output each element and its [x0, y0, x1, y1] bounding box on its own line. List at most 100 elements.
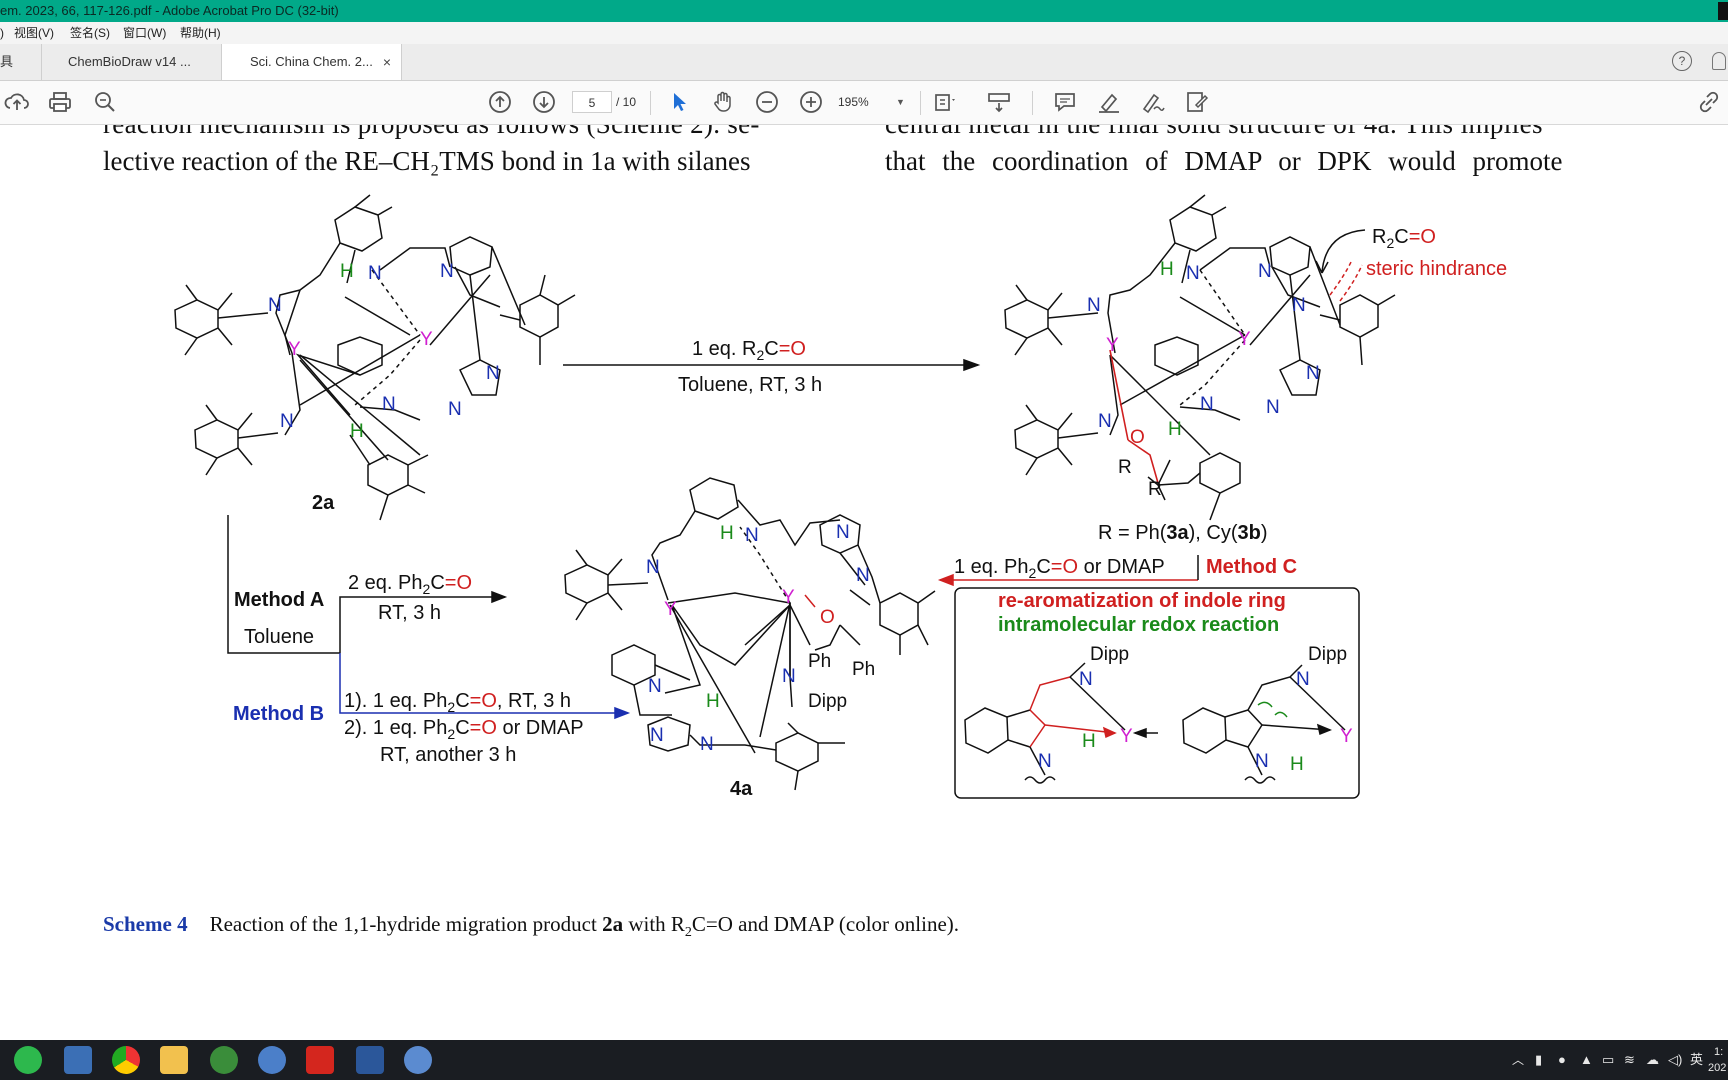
atom-h: H	[720, 523, 734, 544]
atom-n: N	[648, 676, 662, 697]
show-hidden-icons-icon[interactable]: ︿	[1512, 1040, 1524, 1080]
caption-text: with R	[623, 912, 685, 936]
menu-item-view[interactable]: 视图(V)	[14, 22, 54, 44]
atom-n: N	[368, 263, 382, 284]
structure-2a	[174, 194, 576, 521]
browser2-icon[interactable]	[404, 1046, 432, 1074]
caption-subscript: 2	[684, 925, 692, 941]
arrow-top-conditions: 1 eq. R2C=O	[692, 338, 806, 363]
zoom-level-value: 195%	[838, 95, 869, 109]
network-icon[interactable]: ≋	[1624, 1040, 1635, 1080]
cloud-icon[interactable]: ☁	[1646, 1040, 1659, 1080]
taskbar: ︿ ▮ ● ▲ ▭ ≋ ☁ ◁) 英 1: 202	[0, 1040, 1728, 1080]
tab-sci-china-chem[interactable]: Sci. China Chem. 2... ×	[222, 44, 402, 80]
atom-h: H	[1160, 259, 1174, 280]
method-c-conditions: 1 eq. Ph2C=O or DMAP	[954, 556, 1165, 581]
atom-n: N	[650, 725, 664, 746]
calculator-icon[interactable]	[64, 1046, 92, 1074]
tab-tools[interactable]: 具	[0, 44, 42, 80]
battery-icon[interactable]: ▭	[1602, 1040, 1614, 1080]
upload-icon[interactable]	[4, 89, 30, 115]
menu-item-help[interactable]: 帮助(H)	[180, 22, 221, 44]
comment-icon[interactable]	[1052, 89, 1078, 115]
atom-n: N	[1186, 263, 1200, 284]
method-b-time: RT, another 3 h	[380, 744, 516, 766]
method-b-step2: 2). 1 eq. Ph2C=O or DMAP	[344, 717, 584, 742]
page-up-icon[interactable]	[487, 89, 513, 115]
atom-n: N	[382, 394, 396, 415]
dipp-label: Dipp	[1090, 644, 1129, 665]
atom-n: N	[1079, 669, 1093, 690]
acrobat-icon[interactable]	[306, 1046, 334, 1074]
tab-label: Sci. China Chem. 2...	[250, 54, 373, 69]
method-b-step1: 1). 1 eq. Ph2C=O, RT, 3 h	[344, 690, 571, 715]
menu-bar: ) 视图(V) 签名(S) 窗口(W) 帮助(H)	[0, 22, 1728, 44]
zoom-in-icon[interactable]	[798, 89, 824, 115]
arrow-top-conditions-solvent: Toluene, RT, 3 h	[678, 374, 822, 396]
chrome-icon[interactable]	[112, 1046, 140, 1074]
atom-n: N	[856, 565, 870, 586]
atom-n: N	[280, 411, 294, 432]
caption-label: Scheme 4	[103, 912, 188, 936]
dipp-label: Dipp	[1308, 644, 1347, 665]
method-b-label: Method B	[233, 703, 324, 725]
method-a-time: RT, 3 h	[378, 602, 441, 624]
input-method-indicator[interactable]: 英	[1690, 1040, 1703, 1080]
tab-chembiodraw[interactable]: ChemBioDraw v14 ...	[42, 44, 222, 80]
volume-icon[interactable]: ◁)	[1668, 1040, 1682, 1080]
atom-n: N	[1098, 411, 1112, 432]
atom-y: Y	[782, 587, 795, 608]
window-control[interactable]	[1718, 2, 1728, 20]
atom-y: Y	[1238, 329, 1251, 350]
toolbar-divider	[650, 91, 651, 115]
tab-bar: 具 ChemBioDraw v14 ... Sci. China Chem. 2…	[0, 44, 1728, 81]
wechat-tray-icon[interactable]: ●	[1558, 1040, 1566, 1080]
select-cursor-icon[interactable]	[666, 89, 692, 115]
help-icon[interactable]: ?	[1672, 51, 1692, 71]
phenyl-label: Ph	[852, 659, 875, 680]
toolbar-divider	[920, 91, 921, 115]
menu-item-sign[interactable]: 签名(S)	[70, 22, 110, 44]
highlight-icon[interactable]	[1096, 89, 1122, 115]
figure-caption: Scheme 4 Reaction of the 1,1-hydride migr…	[103, 912, 959, 941]
file-explorer-icon[interactable]	[160, 1046, 188, 1074]
atom-y: Y	[1106, 335, 1119, 356]
zoom-level-select[interactable]: 195% ▼	[838, 91, 912, 113]
sign-icon[interactable]	[1140, 89, 1166, 115]
atom-h: H	[340, 261, 354, 282]
scheme-4-figure: N N N N N N N Y Y H H N N N N N N N N Y …	[174, 194, 1507, 800]
share-link-icon[interactable]	[1696, 89, 1722, 115]
wechat-icon[interactable]	[14, 1046, 42, 1074]
atom-y: Y	[420, 329, 433, 350]
scroll-mode-icon[interactable]	[986, 89, 1012, 115]
notification-bell-icon[interactable]	[1712, 52, 1726, 70]
page-number-input[interactable]: 5	[572, 91, 612, 113]
fit-page-icon[interactable]	[932, 89, 958, 115]
atom-n: N	[1296, 669, 1310, 690]
chemdraw-icon[interactable]	[210, 1046, 238, 1074]
tab-label: ChemBioDraw v14 ...	[68, 54, 191, 69]
hand-icon[interactable]	[710, 89, 736, 115]
steric-hindrance-label: steric hindrance	[1366, 258, 1507, 280]
app-tray-icon[interactable]: ▲	[1580, 1040, 1593, 1080]
dipp-label: Dipp	[808, 691, 847, 712]
clock-date[interactable]: 202	[1708, 1048, 1726, 1088]
tab-tools-label: 具	[0, 54, 14, 69]
caption-text: Reaction of the 1,1-hydride migration pr…	[209, 912, 603, 936]
toluene-label: Toluene	[244, 626, 314, 648]
atom-o: O	[1130, 427, 1145, 448]
r-definition: R = Ph(3a), Cy(3b)	[1098, 522, 1268, 544]
menu-item-window[interactable]: 窗口(W)	[123, 22, 166, 44]
zoom-search-icon[interactable]	[92, 89, 118, 115]
fill-sign-icon[interactable]	[1184, 89, 1210, 115]
page-down-icon[interactable]	[531, 89, 557, 115]
zoom-out-icon[interactable]	[754, 89, 780, 115]
menu-item-edit-tail[interactable]: )	[0, 22, 4, 44]
microphone-icon[interactable]: ▮	[1535, 1040, 1545, 1080]
print-icon[interactable]	[47, 89, 73, 115]
close-icon[interactable]: ×	[383, 44, 391, 80]
browser-icon[interactable]	[258, 1046, 286, 1074]
word-icon[interactable]	[356, 1046, 384, 1074]
atom-n: N	[1087, 295, 1101, 316]
atom-r: R	[1148, 479, 1162, 500]
